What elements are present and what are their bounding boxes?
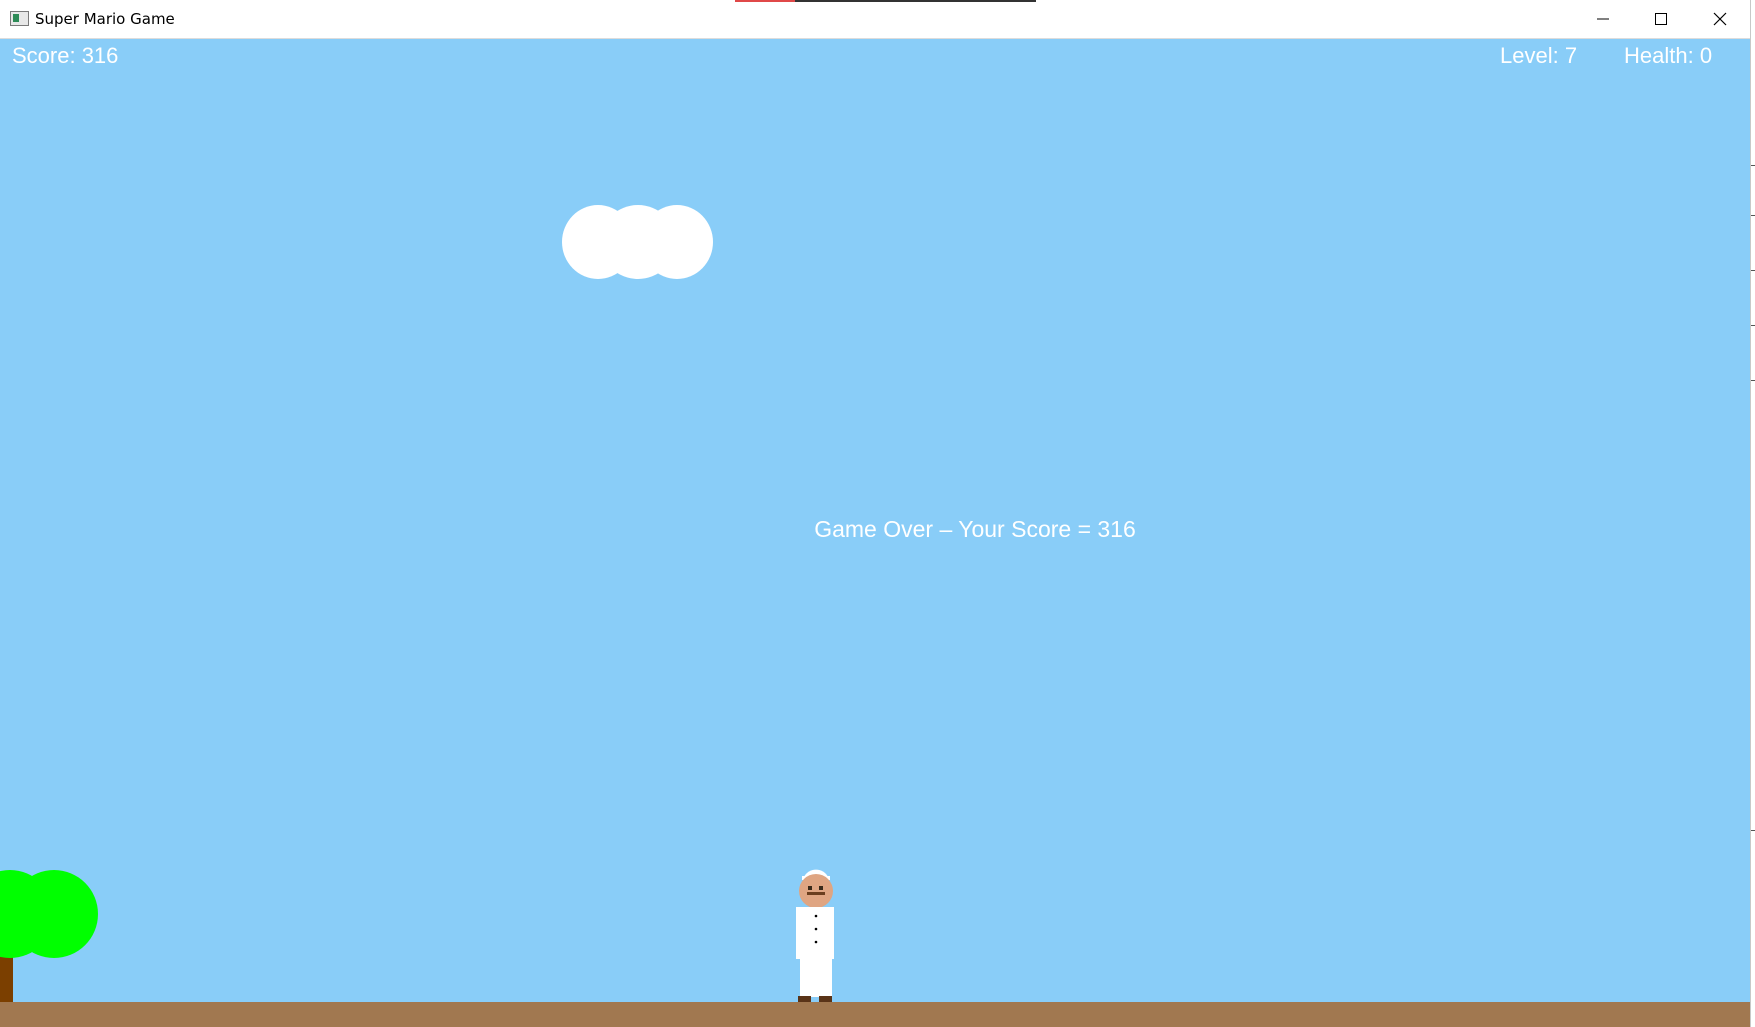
edge-tick: [1751, 215, 1755, 216]
health-display: Health: 0: [1624, 43, 1713, 68]
game-canvas[interactable]: Score: 316 Level: 7 Health: 0 Game Over …: [0, 39, 1750, 1027]
top-strip-dark: [795, 0, 1036, 2]
level-display: Level: 7: [1500, 43, 1578, 68]
edge-tick: [1751, 380, 1755, 381]
score-display: Score: 316: [12, 43, 119, 68]
window-right-edge: [1750, 0, 1755, 1027]
edge-tick: [1751, 325, 1755, 326]
top-strip-red: [735, 0, 795, 2]
maximize-button[interactable]: [1633, 0, 1689, 38]
edge-tick: [1751, 830, 1755, 831]
window-titlebar: Super Mario Game: [0, 0, 1750, 39]
minimize-icon: [1597, 18, 1609, 20]
maximize-icon: [1655, 13, 1667, 25]
close-button[interactable]: [1692, 0, 1748, 38]
edge-tick: [1751, 165, 1755, 166]
minimize-button[interactable]: [1575, 0, 1631, 38]
edge-tick: [1751, 270, 1755, 271]
window-title: Super Mario Game: [35, 10, 175, 28]
ground: [0, 1002, 1750, 1027]
game-over-message: Game Over – Your Score = 316: [814, 516, 1136, 542]
app-window-icon: [10, 11, 29, 26]
player-character: [796, 869, 834, 1003]
close-icon: [1713, 12, 1727, 26]
tree: [0, 870, 98, 1004]
cloud: [562, 205, 713, 279]
